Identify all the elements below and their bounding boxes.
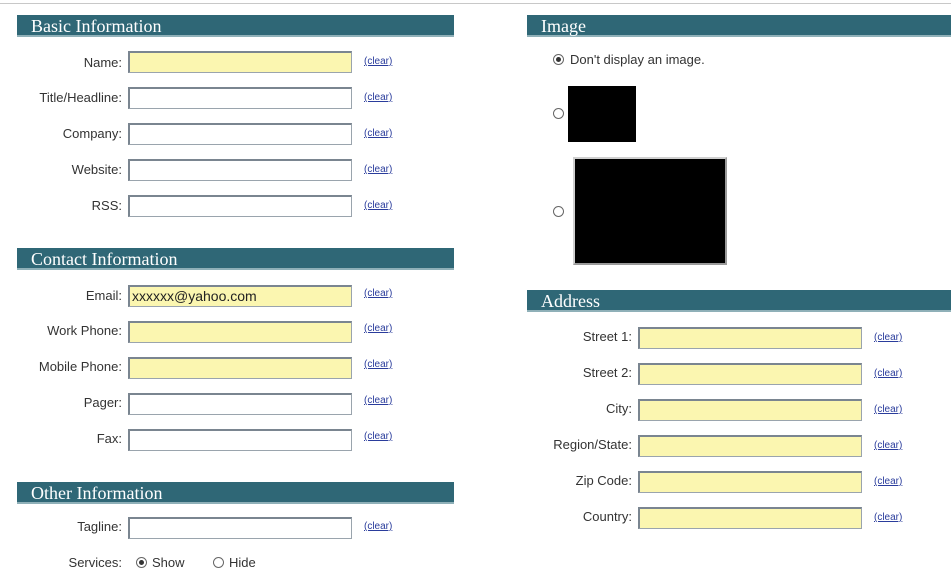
pager-label: Pager: <box>83 395 122 410</box>
zip-code-input[interactable] <box>638 471 862 493</box>
clear-fax-link[interactable]: (clear) <box>364 430 392 444</box>
city-input[interactable] <box>638 399 862 421</box>
other-information-header: Other Information <box>17 482 454 504</box>
services-hide-label: Hide <box>229 555 256 570</box>
email-label: Email: <box>85 288 122 303</box>
clear-street1-link[interactable]: (clear) <box>874 331 902 345</box>
no-image-label: Don't display an image. <box>570 52 705 67</box>
fax-input[interactable] <box>128 429 352 451</box>
services-hide-radio[interactable] <box>213 557 224 568</box>
street2-input[interactable] <box>638 363 862 385</box>
region-state-input[interactable] <box>638 435 862 457</box>
company-input[interactable] <box>128 123 352 145</box>
clear-tagline-link[interactable]: (clear) <box>364 520 392 534</box>
clear-name-link[interactable]: (clear) <box>364 55 392 69</box>
clear-city-link[interactable]: (clear) <box>874 403 902 417</box>
region-state-label: Region/State: <box>553 437 632 452</box>
city-label: City: <box>606 401 632 416</box>
clear-zip-code-link[interactable]: (clear) <box>874 475 902 489</box>
basic-information-header: Basic Information <box>17 15 454 37</box>
mobile-phone-input[interactable] <box>128 357 352 379</box>
clear-title-headline-link[interactable]: (clear) <box>364 91 392 105</box>
clear-mobile-phone-link[interactable]: (clear) <box>364 358 392 372</box>
top-divider <box>0 3 951 4</box>
work-phone-input[interactable] <box>128 321 352 343</box>
street1-input[interactable] <box>638 327 862 349</box>
website-label: Website: <box>71 162 122 177</box>
email-input[interactable]: xxxxxx@yahoo.com <box>128 285 352 307</box>
rss-input[interactable] <box>128 195 352 217</box>
clear-pager-link[interactable]: (clear) <box>364 394 392 408</box>
image-header: Image <box>527 15 951 37</box>
contact-information-header: Contact Information <box>17 248 454 270</box>
name-label: Name: <box>83 55 122 70</box>
fax-label: Fax: <box>96 431 122 446</box>
street2-label: Street 2: <box>582 365 632 380</box>
company-label: Company: <box>62 126 122 141</box>
clear-company-link[interactable]: (clear) <box>364 127 392 141</box>
small-image-radio[interactable] <box>553 108 564 119</box>
mobile-phone-label: Mobile Phone: <box>38 359 122 374</box>
tagline-input[interactable] <box>128 517 352 539</box>
services-show-radio[interactable] <box>136 557 147 568</box>
clear-rss-link[interactable]: (clear) <box>364 199 392 213</box>
small-image-thumbnail[interactable] <box>568 86 636 142</box>
rss-label: RSS: <box>91 198 122 213</box>
country-label: Country: <box>582 509 632 524</box>
pager-input[interactable] <box>128 393 352 415</box>
title-headline-input[interactable] <box>128 87 352 109</box>
large-image-radio[interactable] <box>553 206 564 217</box>
title-headline-label: Title/Headline: <box>39 90 122 105</box>
clear-website-link[interactable]: (clear) <box>364 163 392 177</box>
address-header: Address <box>527 290 951 312</box>
clear-email-link[interactable]: (clear) <box>364 287 392 301</box>
clear-region-state-link[interactable]: (clear) <box>874 439 902 453</box>
street1-label: Street 1: <box>582 329 632 344</box>
clear-work-phone-link[interactable]: (clear) <box>364 322 392 336</box>
clear-country-link[interactable]: (clear) <box>874 511 902 525</box>
services-label: Services: <box>68 555 122 570</box>
name-input[interactable] <box>128 51 352 73</box>
tagline-label: Tagline: <box>77 519 122 534</box>
work-phone-label: Work Phone: <box>47 323 122 338</box>
clear-street2-link[interactable]: (clear) <box>874 367 902 381</box>
large-image-thumbnail[interactable] <box>573 157 727 265</box>
no-image-radio[interactable] <box>553 54 564 65</box>
country-input[interactable] <box>638 507 862 529</box>
website-input[interactable] <box>128 159 352 181</box>
services-show-label: Show <box>152 555 185 570</box>
zip-code-label: Zip Code: <box>575 473 632 488</box>
